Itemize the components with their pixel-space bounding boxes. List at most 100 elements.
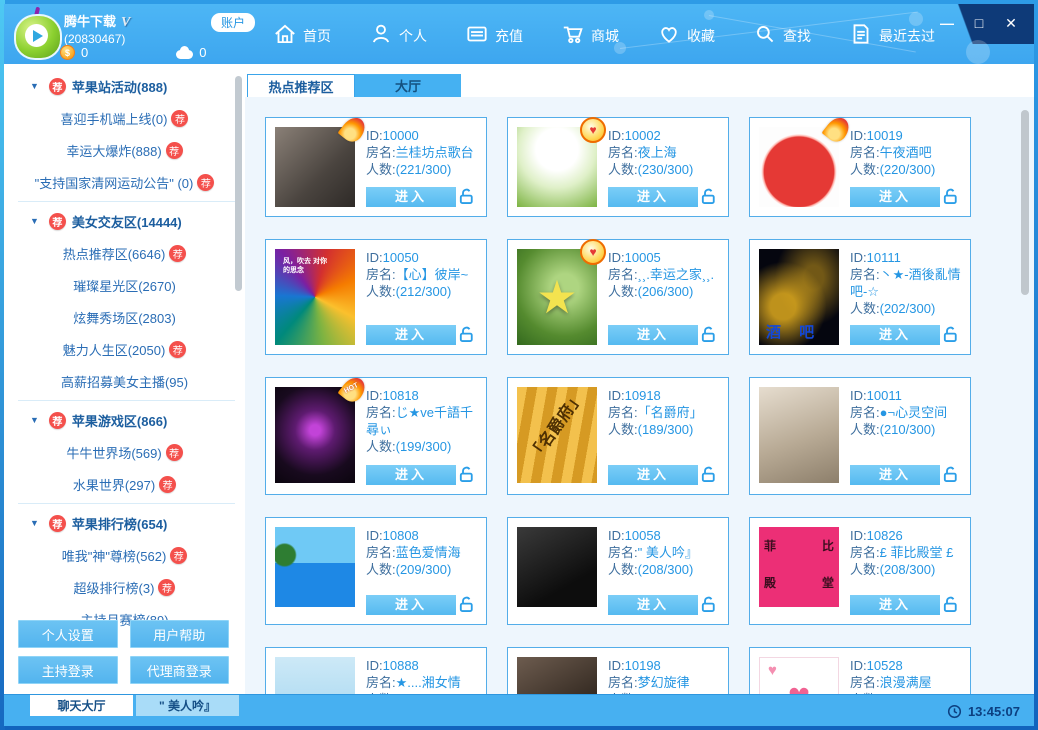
enter-button[interactable]: 进入 bbox=[850, 594, 940, 615]
room-thumbnail[interactable] bbox=[275, 527, 355, 607]
room-actions: 进入 bbox=[850, 464, 961, 485]
sidebar-item[interactable]: 高薪招募美女主播(95) bbox=[4, 365, 245, 397]
room-id: ID:10888 bbox=[366, 657, 477, 674]
lock-open-icon[interactable] bbox=[698, 324, 719, 345]
field-label: 房名: bbox=[366, 267, 396, 282]
enter-button[interactable]: 进入 bbox=[366, 186, 456, 207]
sidebar-item[interactable]: "支持国家清网运动公告" (0) 荐 bbox=[4, 166, 245, 198]
app-title: 腾牛下载 bbox=[64, 14, 117, 29]
enter-button[interactable]: 进入 bbox=[850, 464, 940, 485]
agent-login-button[interactable]: 代理商登录 bbox=[129, 656, 229, 684]
sidebar-group-header[interactable]: ▼ 荐苹果站活动(888) bbox=[4, 70, 245, 102]
lock-open-icon[interactable] bbox=[698, 594, 719, 615]
room-thumbnail[interactable]: 菲 比 殿 堂 bbox=[759, 527, 839, 607]
sidebar-group-header[interactable]: ▼ 荐苹果游戏区(866) bbox=[4, 404, 245, 436]
recommend-badge: 荐 bbox=[48, 212, 66, 230]
sidebar-item[interactable]: 炫舞秀场区(2803) bbox=[4, 301, 245, 333]
clock-icon bbox=[947, 704, 962, 719]
nav-item-home[interactable]: 首页 bbox=[270, 17, 333, 51]
room-count: 人数:(202/300) bbox=[850, 300, 961, 317]
enter-button[interactable]: 进入 bbox=[850, 324, 940, 345]
nav-item-search[interactable]: 查找 bbox=[750, 17, 813, 51]
sidebar-item[interactable]: 超级排行榜(3) 荐 bbox=[4, 571, 245, 603]
sidebar-group-header[interactable]: ▼ 荐美女交友区(14444) bbox=[4, 205, 245, 237]
room-thumbnail[interactable] bbox=[517, 239, 606, 345]
close-button[interactable]: ✕ bbox=[1002, 14, 1020, 32]
sidebar-scrollbar[interactable] bbox=[235, 76, 242, 291]
room-info: ID:10111 房名:丶★-酒後亂情吧-☆ 人数:(202/300) 进入 bbox=[850, 249, 961, 345]
room-id: ID:10826 bbox=[850, 527, 961, 544]
sidebar-item[interactable]: 热点推荐区(6646) 荐 bbox=[4, 237, 245, 269]
host-login-button[interactable]: 主持登录 bbox=[18, 656, 118, 684]
enter-button[interactable]: 进入 bbox=[608, 324, 698, 345]
room-thumbnail[interactable] bbox=[517, 527, 597, 607]
field-label: ID: bbox=[850, 388, 867, 403]
lock-open-icon[interactable] bbox=[940, 186, 961, 207]
lock-open-icon[interactable] bbox=[940, 594, 961, 615]
bottom-tab-0[interactable]: 聊天大厅 bbox=[30, 695, 133, 716]
personal-settings-button[interactable]: 个人设置 bbox=[18, 620, 118, 648]
minimize-button[interactable]: — bbox=[938, 14, 956, 32]
room-info: ID:10002 房名:夜上海 人数:(230/300) 进入 bbox=[608, 127, 719, 207]
nav-item-recent[interactable]: 最近去过 bbox=[846, 17, 937, 51]
app-logo[interactable] bbox=[12, 6, 62, 60]
sidebar-divider bbox=[18, 503, 235, 504]
room-thumbnail[interactable] bbox=[759, 387, 839, 483]
lock-open-icon[interactable] bbox=[940, 324, 961, 345]
room-thumbnail[interactable]: HOT bbox=[275, 373, 370, 483]
enter-button[interactable]: 进入 bbox=[366, 324, 456, 345]
main-tab-hot-recommend[interactable]: 热点推荐区 bbox=[247, 74, 355, 97]
enter-button[interactable]: 进入 bbox=[366, 464, 456, 485]
sidebar-item[interactable]: 魅力人生区(2050) 荐 bbox=[4, 333, 245, 365]
maximize-button[interactable]: □ bbox=[970, 14, 988, 32]
room-thumbnail[interactable] bbox=[517, 117, 606, 207]
sidebar-item[interactable]: 唯我"神"尊榜(562) 荐 bbox=[4, 539, 245, 571]
sidebar-list: ▼ 荐苹果站活动(888) 喜迎手机端上线(0) 荐幸运大爆炸(888) 荐 "支持国家清… bbox=[4, 64, 245, 635]
sidebar-group-header[interactable]: ▼ 荐苹果排行榜(654) bbox=[4, 507, 245, 539]
enter-button[interactable]: 进入 bbox=[608, 186, 698, 207]
bottom-tab-1[interactable]: " 美人吟』 bbox=[136, 695, 239, 716]
sidebar-item[interactable]: 幸运大爆炸(888) 荐 bbox=[4, 134, 245, 166]
user-help-button[interactable]: 用户帮助 bbox=[129, 620, 229, 648]
lock-open-icon[interactable] bbox=[456, 464, 477, 485]
content-scrollbar[interactable] bbox=[1021, 110, 1029, 295]
nav-item-recharge[interactable]: 充值 bbox=[462, 17, 525, 51]
bottom-bar: 聊天大厅 " 美人吟』 13:45:07 bbox=[4, 694, 1034, 726]
lock-open-icon[interactable] bbox=[940, 464, 961, 485]
main-tab-hall[interactable]: 大厅 bbox=[355, 74, 461, 97]
sidebar-item[interactable]: 喜迎手机端上线(0) 荐 bbox=[4, 102, 245, 134]
room-thumbnail[interactable] bbox=[759, 657, 839, 694]
play-icon bbox=[25, 24, 48, 47]
room-info: ID:10528房名:浪漫满屋人数:(197/300)进入 bbox=[850, 657, 961, 694]
room-thumbnail[interactable]: 酒 吧 bbox=[759, 249, 839, 345]
lock-open-icon[interactable] bbox=[456, 186, 477, 207]
nav-item-person[interactable]: 个人 bbox=[366, 17, 429, 51]
room-thumbnail[interactable] bbox=[275, 657, 355, 694]
room-thumbnail[interactable] bbox=[275, 113, 370, 207]
lock-open-icon[interactable] bbox=[698, 464, 719, 485]
field-label: 房名: bbox=[366, 675, 396, 690]
room-thumbnail[interactable] bbox=[517, 657, 597, 694]
sidebar-item[interactable]: 璀璨星光区(2670) bbox=[4, 269, 245, 301]
room-thumbnail[interactable]: 「名爵府」 bbox=[517, 387, 597, 483]
room-thumbnail[interactable] bbox=[759, 113, 854, 207]
enter-button[interactable]: 进入 bbox=[608, 594, 698, 615]
enter-button[interactable]: 进入 bbox=[366, 594, 456, 615]
lock-open-icon[interactable] bbox=[456, 594, 477, 615]
account-button[interactable]: 账户 bbox=[211, 13, 256, 32]
sidebar-item-label: 高薪招募美女主播(95) bbox=[60, 374, 189, 390]
sidebar-item[interactable]: 水果世界(297) 荐 bbox=[4, 468, 245, 500]
nav-item-mall[interactable]: 商城 bbox=[558, 17, 621, 51]
lock-open-icon[interactable] bbox=[698, 186, 719, 207]
enter-button[interactable]: 进入 bbox=[608, 464, 698, 485]
room-actions: 进入 bbox=[608, 594, 719, 615]
lock-open-icon[interactable] bbox=[456, 324, 477, 345]
sidebar: ▼ 荐苹果站活动(888) 喜迎手机端上线(0) 荐幸运大爆炸(888) 荐 "支持国家清… bbox=[4, 64, 245, 694]
enter-button[interactable]: 进入 bbox=[850, 186, 940, 207]
room-thumbnail[interactable]: 风，吹去 对你的思念 bbox=[275, 249, 355, 345]
sidebar-buttons: 个人设置 用户帮助 主持登录 代理商登录 bbox=[18, 620, 229, 684]
sidebar-item[interactable]: 牛牛世界场(569) 荐 bbox=[4, 436, 245, 468]
nav-item-favorite[interactable]: 收藏 bbox=[654, 17, 717, 51]
room-card: 菲 比 殿 堂 ID:10826 房名:£ 菲比殿堂 £ 人数:(208/300) 进入 bbox=[749, 517, 971, 625]
room-content: ID:10000房名:兰桂坊点歌台人数:(221/300)进入ID:10002房… bbox=[245, 97, 1034, 694]
